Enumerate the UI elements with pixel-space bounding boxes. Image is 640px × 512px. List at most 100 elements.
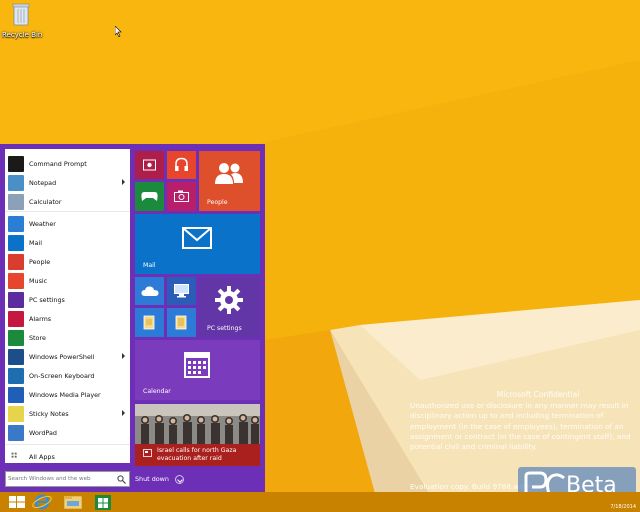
tile-news[interactable]: Israel calls for north Gaza evacuation a… [135,404,260,466]
watermark-title: Microsoft Confidential [496,390,580,399]
app-list-item[interactable]: WordPad [5,423,130,442]
tile-mail[interactable]: Mail [135,214,260,274]
gear-icon [8,291,24,308]
store-icon[interactable] [88,492,118,512]
app-list-item-label: Notepad [29,178,57,187]
news-photo [135,404,260,444]
app-list-item[interactable]: Notepad [5,173,130,192]
sticky-notes-icon [8,405,24,422]
wordpad-icon [8,424,24,441]
taskbar: 7/18/2014 [0,492,640,512]
internet-explorer-icon[interactable] [28,492,58,512]
app-list-item-label: Command Prompt [29,159,87,168]
app-list-item[interactable]: Windows PowerShell [5,347,130,366]
app-list-item-label: Mail [29,238,42,247]
confidential-watermark: Microsoft Confidential Unauthorized use … [410,390,640,452]
tile-pc-settings[interactable]: PC settings [199,277,260,337]
app-list-item-label: Alarms [29,314,52,323]
media-player-icon [8,386,24,403]
tile-xbox-games[interactable] [135,182,164,211]
app-list-item-label: WordPad [29,428,57,437]
search-input[interactable] [8,473,112,485]
app-list-item-label: Sticky Notes [29,409,69,418]
app-list-separator [5,211,130,212]
alarm-icon [8,310,24,327]
recycle-bin-label: Recycle Bin [2,31,43,39]
watermark-body: Unauthorized use or disclosure in any ma… [410,401,631,452]
tile-camera[interactable] [167,182,196,211]
tile-people[interactable]: People [199,151,260,211]
app-list-item[interactable]: Alarms [5,309,130,328]
app-list-item[interactable]: Mail [5,233,130,252]
app-list-item[interactable]: PC settings [5,290,130,309]
app-list-item[interactable]: Calculator [5,192,130,211]
gear-icon [215,286,243,314]
app-list-item[interactable]: Weather [5,214,130,233]
tile-mail-label: Mail [143,262,156,269]
game-controller-icon [141,192,158,201]
camera-icon [174,190,189,202]
app-list-item-label: Windows Media Player [29,390,101,399]
app-list-item[interactable]: Command Prompt [5,154,130,173]
recycle-bin[interactable]: Recycle Bin [2,2,43,39]
notepad-icon [8,174,24,191]
music-icon [8,272,24,289]
tile-onedrive[interactable] [135,277,164,305]
documents-folder-icon [175,315,187,330]
shutdown-button[interactable]: Shut down [135,472,184,486]
tile-calendar-label: Calendar [143,388,171,395]
file-explorer-icon[interactable] [58,492,88,512]
people-icon [215,163,243,184]
tile-pc-settings-label: PC settings [207,325,242,332]
tile-documents[interactable] [167,308,196,337]
command-prompt-icon [8,155,24,172]
tile-calendar[interactable]: Calendar [135,340,260,400]
tile-music[interactable] [167,151,196,179]
recycle-bin-icon [12,3,30,26]
tile-video[interactable] [135,151,164,179]
tile-people-label: People [207,199,228,206]
all-apps-icon [11,452,17,458]
powershell-icon [8,348,24,365]
app-list-item[interactable]: On-Screen Keyboard [5,366,130,385]
mouse-cursor-icon [115,26,122,37]
app-list-item-label: People [29,257,51,266]
mail-icon [8,234,24,251]
weather-icon [8,215,24,232]
app-list-item-label: Weather [29,219,56,228]
all-apps-separator [5,444,130,445]
chevron-right-icon[interactable] [122,179,125,185]
store-icon [8,329,24,346]
taskbar-clock-date: 7/18/2014 [610,504,636,510]
tile-file-explorer[interactable] [135,308,164,337]
app-list-item[interactable]: Store [5,328,130,347]
video-icon [143,159,156,171]
headphones-icon [175,157,188,171]
app-list-item[interactable]: Windows Media Player [5,385,130,404]
computer-icon [174,284,189,298]
all-apps-button[interactable]: All Apps [5,447,130,466]
app-list-item-label: On-Screen Keyboard [29,371,95,380]
chevron-right-icon[interactable] [122,410,125,416]
start-menu: Command Prompt Notepad Calculator Weather Ma… [0,144,265,492]
app-list-item[interactable]: Music [5,271,130,290]
cloud-icon [141,286,159,296]
tile-desktop[interactable] [167,277,196,305]
chevron-down-icon[interactable] [174,474,184,484]
app-list-item-label: Windows PowerShell [29,352,95,361]
mail-icon [182,227,212,249]
search-box[interactable] [5,471,130,487]
calendar-icon [184,352,210,378]
search-icon[interactable] [117,475,126,484]
keyboard-icon [8,367,24,384]
app-list-item-label: PC settings [29,295,65,304]
shutdown-label: Shut down [135,475,169,483]
news-headline-line1: Israel calls for north Gaza [157,447,237,454]
app-list-item[interactable]: People [5,252,130,271]
app-list: Command Prompt Notepad Calculator Weather Ma… [5,149,130,463]
app-list-item-label: Calculator [29,197,62,206]
app-list-item-label: Store [29,333,46,342]
chevron-right-icon[interactable] [122,353,125,359]
app-list-item[interactable]: Sticky Notes [5,404,130,423]
news-icon [143,449,152,457]
